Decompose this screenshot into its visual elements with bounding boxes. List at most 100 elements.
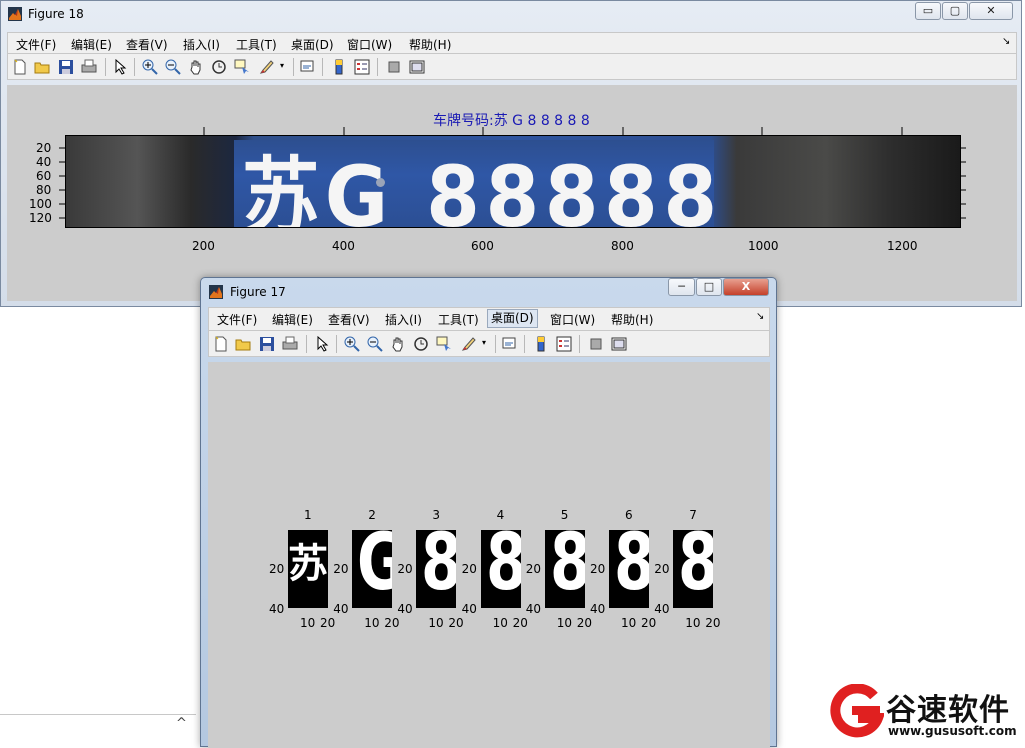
- menu-help[interactable]: 帮助(H): [611, 311, 653, 328]
- menu-edit[interactable]: 编辑(E): [71, 36, 112, 53]
- toolbar-separator: [579, 335, 580, 353]
- colorbar-icon[interactable]: [331, 59, 347, 75]
- minimize-button[interactable]: ▭: [915, 2, 941, 20]
- x-tick-label: 10: [556, 616, 573, 630]
- x-tick-label: 10: [685, 616, 701, 630]
- brush-dropdown-icon[interactable]: ▾: [280, 61, 284, 70]
- open-file-icon[interactable]: [235, 336, 251, 352]
- collapse-chevron-icon[interactable]: ^: [176, 716, 187, 731]
- hide-plot-tools-icon[interactable]: [386, 59, 402, 75]
- toolbar-separator: [524, 335, 525, 353]
- edit-plot-arrow-icon[interactable]: [112, 59, 128, 75]
- legend-icon[interactable]: [354, 59, 370, 75]
- x-tick-label: 20: [576, 616, 593, 630]
- y-tick-label: 40: [461, 602, 477, 616]
- x-tick-label: 10: [621, 616, 637, 630]
- maximize-button[interactable]: ▢: [942, 2, 968, 20]
- character-subplot: 8: [544, 530, 585, 608]
- segmented-character: 8: [486, 530, 521, 602]
- open-file-icon[interactable]: [34, 59, 50, 75]
- character-subplot: 8: [609, 530, 649, 608]
- show-plot-tools-icon[interactable]: [611, 336, 627, 352]
- minimize-button[interactable]: ─: [668, 278, 695, 296]
- y-tick-label: 20: [525, 562, 542, 576]
- y-tick-label: 40: [590, 602, 606, 616]
- data-cursor-icon[interactable]: [234, 59, 250, 75]
- pan-hand-icon[interactable]: [188, 59, 204, 75]
- character-subplot: 8: [416, 530, 457, 608]
- figure-18-menubar: 文件(F) 编辑(E) 查看(V) 插入(I) 工具(T) 桌面(D) 窗口(W…: [7, 32, 1017, 54]
- zoom-out-icon[interactable]: [367, 336, 383, 352]
- menu-overflow-arrow[interactable]: ↘: [1002, 36, 1010, 47]
- figure-17-titlebar[interactable]: Figure 17 ─ □ X: [201, 278, 776, 304]
- x-tick-label: 20: [705, 616, 721, 630]
- figure-18-titlebar[interactable]: Figure 18 ▭ ▢ ✕: [1, 1, 1021, 27]
- menu-desktop[interactable]: 桌面(D): [291, 36, 334, 53]
- segmented-character: G: [357, 530, 392, 602]
- close-button[interactable]: X: [723, 278, 769, 296]
- zoom-in-icon[interactable]: [344, 336, 360, 352]
- menu-file[interactable]: 文件(F): [217, 311, 257, 328]
- menu-tools[interactable]: 工具(T): [236, 36, 277, 53]
- menu-file[interactable]: 文件(F): [16, 36, 56, 53]
- zoom-out-icon[interactable]: [165, 59, 181, 75]
- menu-overflow-arrow[interactable]: ↘: [756, 311, 764, 322]
- menu-desktop[interactable]: 桌面(D): [487, 309, 538, 328]
- save-icon[interactable]: [259, 336, 275, 352]
- matlab-logo-icon: [8, 7, 22, 21]
- edit-plot-arrow-icon[interactable]: [314, 336, 330, 352]
- gususoft-logo-icon: [830, 684, 884, 738]
- segmented-character: 8: [678, 530, 713, 602]
- segmented-character: 8: [550, 530, 585, 602]
- brush-dropdown-icon[interactable]: ▾: [482, 338, 486, 347]
- maximize-button[interactable]: □: [696, 278, 722, 296]
- subplot-index-label: 2: [368, 508, 376, 522]
- data-cursor-icon[interactable]: [436, 336, 452, 352]
- segmented-character: 苏: [288, 541, 328, 587]
- figure-17-toolbar: ▾: [208, 331, 770, 357]
- x-tick-label: 20: [512, 616, 528, 630]
- brush-icon[interactable]: [461, 336, 477, 352]
- menu-insert[interactable]: 插入(I): [183, 36, 220, 53]
- figure-18-canvas: 车牌号码:苏 G 8 8 8 8 8 苏G 88888 20 40 60 80 …: [7, 85, 1017, 301]
- print-icon[interactable]: [282, 336, 298, 352]
- save-icon[interactable]: [58, 59, 74, 75]
- menu-help[interactable]: 帮助(H): [409, 36, 451, 53]
- menu-window[interactable]: 窗口(W): [550, 311, 595, 328]
- link-plot-icon[interactable]: [502, 336, 518, 352]
- link-plot-icon[interactable]: [300, 59, 316, 75]
- character-subplot: 8: [673, 530, 714, 608]
- menu-insert[interactable]: 插入(I): [385, 311, 422, 328]
- colorbar-icon[interactable]: [533, 336, 549, 352]
- rotate-3d-icon[interactable]: [413, 336, 429, 352]
- zoom-in-icon[interactable]: [142, 59, 158, 75]
- new-figure-icon[interactable]: [213, 336, 229, 352]
- character-subplot: 8: [480, 530, 521, 608]
- toolbar-separator: [377, 58, 378, 76]
- toolbar-separator: [105, 58, 106, 76]
- close-button[interactable]: ✕: [969, 2, 1013, 20]
- segmented-character: 8: [614, 530, 649, 602]
- character-subplot: G: [352, 530, 393, 608]
- menu-tools[interactable]: 工具(T): [438, 311, 479, 328]
- brush-icon[interactable]: [259, 59, 275, 75]
- toolbar-separator: [293, 58, 294, 76]
- hide-plot-tools-icon[interactable]: [588, 336, 604, 352]
- x-tick-label: 20: [641, 616, 657, 630]
- toolbar-separator: [495, 335, 496, 353]
- watermark-url: www.gususoft.com: [888, 724, 1017, 738]
- menu-view[interactable]: 查看(V): [328, 311, 370, 328]
- menu-edit[interactable]: 编辑(E): [272, 311, 313, 328]
- menu-window[interactable]: 窗口(W): [347, 36, 392, 53]
- menu-view[interactable]: 查看(V): [126, 36, 168, 53]
- pan-hand-icon[interactable]: [390, 336, 406, 352]
- window-title: Figure 17: [230, 285, 286, 299]
- watermark-brand: 谷速软件: [886, 693, 1010, 728]
- axis-tick-marks: [59, 127, 966, 219]
- legend-icon[interactable]: [556, 336, 572, 352]
- rotate-3d-icon[interactable]: [211, 59, 227, 75]
- new-figure-icon[interactable]: [12, 59, 28, 75]
- show-plot-tools-icon[interactable]: [409, 59, 425, 75]
- print-icon[interactable]: [81, 59, 97, 75]
- subplot-index-label: 6: [625, 508, 633, 522]
